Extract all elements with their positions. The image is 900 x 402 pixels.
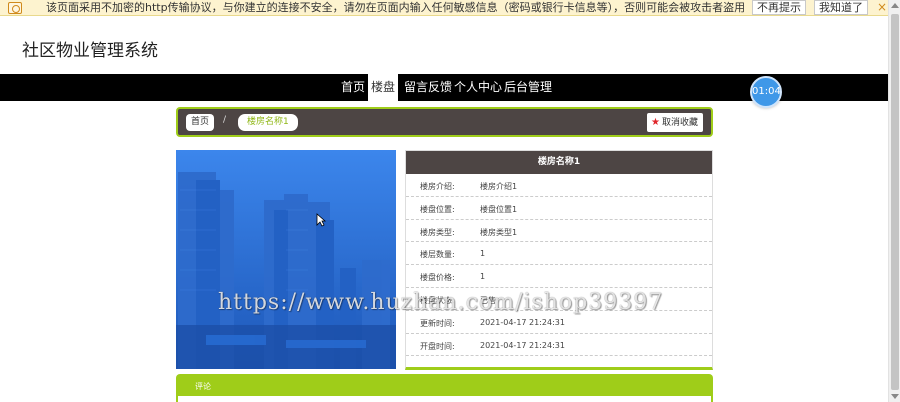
- breadcrumb-home-link[interactable]: 首页: [186, 114, 215, 131]
- nav-item-admin[interactable]: 后台管理: [501, 74, 555, 101]
- detail-value: 2021-04-17 21:24:31: [480, 317, 565, 327]
- browser-viewport: 该页面采用不加密的http传输协议，与你建立的连接不安全，请勿在页面内输入任何敏…: [0, 0, 888, 402]
- detail-row: 楼层数量: 1: [406, 242, 712, 266]
- nav-item-personal-center[interactable]: 个人中心: [451, 74, 505, 101]
- watermark: https://www.huzhan.com/ishop39397: [218, 290, 664, 315]
- detail-row: 楼盘位置: 楼盘位置1: [406, 197, 712, 220]
- detail-row: 楼房类型: 楼房类型1: [406, 220, 712, 243]
- breadcrumb-current: 楼房名称1: [238, 114, 298, 131]
- detail-row: 楼房介绍: 楼房介绍1: [406, 174, 712, 197]
- mouse-cursor-icon: [316, 213, 326, 227]
- detail-value: 1: [480, 249, 486, 259]
- close-icon[interactable]: ×: [877, 0, 887, 15]
- dont-show-again-button[interactable]: 不再提示: [752, 0, 806, 15]
- comments-body: [178, 396, 711, 402]
- clock-badge: 01:04: [750, 76, 782, 108]
- detail-value: 楼盘位置1: [480, 204, 518, 214]
- star-icon: ★: [651, 117, 660, 128]
- detail-title: 楼房名称1: [406, 151, 712, 174]
- scroll-down-icon[interactable]: [891, 394, 899, 399]
- warning-text: 该页面采用不加密的http传输协议，与你建立的连接不安全，请勿在页面内输入任何敏…: [46, 1, 746, 14]
- detail-key: 楼盘位置:: [420, 204, 455, 214]
- detail-key: 楼房介绍:: [420, 182, 455, 191]
- nav-item-buildings[interactable]: 楼盘: [368, 74, 399, 101]
- detail-key: 楼层数量:: [420, 250, 455, 260]
- building-detail-panel: 楼房名称1 楼房介绍: 楼房介绍1 楼盘位置: 楼盘位置1 楼房类型: 楼房类型1 楼…: [405, 150, 713, 370]
- building-photo: [176, 150, 396, 369]
- detail-value: 楼房介绍1: [480, 182, 518, 191]
- building-image: [176, 150, 396, 369]
- warning-icon: [8, 2, 22, 14]
- vertical-scrollbar[interactable]: [888, 0, 900, 402]
- scroll-up-icon[interactable]: [891, 3, 899, 8]
- insecure-warning-bar: 该页面采用不加密的http传输协议，与你建立的连接不安全，请勿在页面内输入任何敏…: [0, 0, 888, 16]
- detail-value: 1: [480, 272, 486, 282]
- unfavorite-button[interactable]: ★ 取消收藏: [647, 113, 703, 132]
- detail-value: 楼房类型1: [480, 227, 518, 237]
- breadcrumb: 首页 / 楼房名称1 ★ 取消收藏: [176, 107, 713, 137]
- site-title: 社区物业管理系统: [22, 41, 158, 61]
- detail-row: 开盘时间: 2021-04-17 21:24:31: [406, 334, 712, 357]
- detail-key: 更新时间:: [420, 318, 455, 328]
- comments-title: 评论: [195, 382, 211, 391]
- got-it-button[interactable]: 我知道了: [814, 0, 868, 15]
- nav-item-feedback[interactable]: 留言反馈: [401, 74, 455, 101]
- nav-item-home[interactable]: 首页: [338, 74, 368, 101]
- scrollbar-thumb[interactable]: [891, 14, 899, 390]
- detail-key: 楼盘价格:: [420, 273, 455, 283]
- breadcrumb-separator: /: [223, 115, 227, 125]
- detail-value: 2021-04-17 21:24:31: [480, 340, 565, 350]
- detail-key: 开盘时间:: [420, 341, 455, 351]
- unfavorite-label: 取消收藏: [661, 118, 698, 128]
- detail-row: 楼盘价格: 1: [406, 265, 712, 288]
- detail-key: 楼房类型:: [420, 227, 455, 237]
